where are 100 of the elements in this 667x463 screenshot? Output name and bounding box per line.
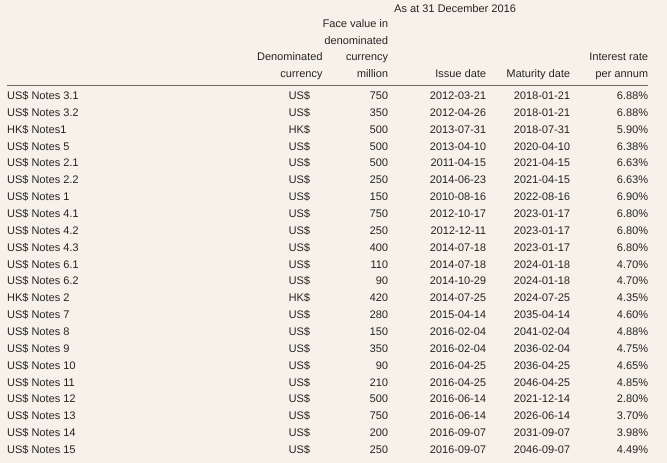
table-cell: 150 xyxy=(370,326,388,338)
table-cell: US$ Notes 6.1 xyxy=(7,258,79,271)
table-cell: 4.70% xyxy=(616,258,648,271)
table-cell: 2010-08-16 xyxy=(430,191,486,204)
table-cell: 5.90% xyxy=(616,124,648,136)
table-cell: 2014-07-18 xyxy=(430,242,486,254)
table-cell: US$ xyxy=(288,242,310,254)
table-cell: 2012-04-26 xyxy=(430,106,486,119)
table-cell: US$ xyxy=(288,224,310,237)
table-cell: 750 xyxy=(370,410,388,422)
table-cell: 2012-10-17 xyxy=(430,208,486,220)
table-cell: US$ Notes 10 xyxy=(7,360,76,372)
table-cell: 2016-06-14 xyxy=(430,393,486,406)
table-cell: 6.63% xyxy=(616,174,648,186)
table-cell: 2016-02-04 xyxy=(430,342,486,355)
table-cell: US$ xyxy=(288,326,310,338)
table-cell: HK$ xyxy=(288,124,310,136)
table-cell: HK$ xyxy=(288,292,310,304)
column-header: Interest rate per annum xyxy=(589,50,648,82)
table-cell: 90 xyxy=(376,275,388,288)
table-cell: US$ xyxy=(288,174,310,186)
table-cell: 2013-07-31 xyxy=(430,124,486,136)
table-cell: 2014-06-23 xyxy=(430,174,486,186)
table-cell: 200 xyxy=(370,427,388,440)
table-cell: 90 xyxy=(376,360,388,372)
table-cell: 6.80% xyxy=(616,208,648,220)
table-cell: US$ Notes 1 xyxy=(7,191,70,204)
table-cell: 2024-01-18 xyxy=(514,258,570,271)
table-cell: 2014-07-25 xyxy=(430,292,486,304)
table-cell: 4.70% xyxy=(616,275,648,288)
table-cell: US$ Notes 8 xyxy=(7,326,70,338)
table-cell: 6.80% xyxy=(616,224,648,237)
table-cell: US$ xyxy=(288,410,310,422)
table-cell: US$ Notes 14 xyxy=(7,427,76,440)
table-cell: 2026-06-14 xyxy=(514,410,570,422)
table-cell: 4.85% xyxy=(616,376,648,389)
table-cell: 210 xyxy=(370,376,388,389)
table-cell: 2021-04-15 xyxy=(514,174,570,186)
table-cell: 2023-01-17 xyxy=(514,208,570,220)
table-cell: 2021-04-15 xyxy=(514,157,570,170)
table-cell: 2018-01-21 xyxy=(514,106,570,119)
table-cell: 750 xyxy=(370,208,388,220)
table-cell: 2011-04-15 xyxy=(430,157,486,170)
table-cell: 4.49% xyxy=(616,444,648,456)
table-cell: 3.98% xyxy=(616,427,648,440)
table-cell: 4.88% xyxy=(616,326,648,338)
table-cell: 2012-03-21 xyxy=(430,90,486,102)
table-cell: 110 xyxy=(370,258,388,271)
table-cell: US$ xyxy=(288,140,310,153)
table-cell: US$ Notes 13 xyxy=(7,410,76,422)
table-cell: US$ xyxy=(288,376,310,389)
column-header: Denominated currency xyxy=(257,50,322,82)
table-cell: 400 xyxy=(370,242,388,254)
table-cell: HK$ Notes 2 xyxy=(7,292,70,304)
table-cell: US$ Notes 4.1 xyxy=(7,208,79,220)
table-cell: US$ Notes 4.3 xyxy=(7,242,79,254)
table-cell: 4.60% xyxy=(616,309,648,322)
table-cell: 6.88% xyxy=(616,90,648,102)
table-cell: 2016-06-14 xyxy=(430,410,486,422)
column-header: Maturity date xyxy=(506,67,570,82)
table-cell: 6.90% xyxy=(616,191,648,204)
table-cell: 2035-04-14 xyxy=(514,309,570,322)
table-cell: 4.75% xyxy=(616,342,648,355)
table-caption: As at 31 December 2016 xyxy=(393,2,517,16)
table-cell: 2023-01-17 xyxy=(514,242,570,254)
table-cell: 2024-07-25 xyxy=(514,292,570,304)
table-cell: 250 xyxy=(370,444,388,456)
table-cell: US$ xyxy=(288,427,310,440)
table-cell: 4.65% xyxy=(616,360,648,372)
table-cell: US$ Notes 9 xyxy=(7,342,70,355)
table-cell: US$ Notes 4.2 xyxy=(7,224,79,237)
table-cell: US$ Notes 7 xyxy=(7,309,70,322)
table-cell: US$ xyxy=(288,309,310,322)
table-cell: US$ xyxy=(288,258,310,271)
table-cell: 500 xyxy=(370,140,388,153)
table-cell: 2021-12-14 xyxy=(514,393,570,406)
table-cell: 6.38% xyxy=(616,140,648,153)
table-cell: US$ Notes 3.1 xyxy=(7,90,79,102)
table-cell: 2015-04-14 xyxy=(430,309,486,322)
table-cell: 2016-09-07 xyxy=(430,444,486,456)
table-cell: 2023-01-17 xyxy=(514,224,570,237)
table-cell: 2041-02-04 xyxy=(514,326,570,338)
table-cell: 2024-01-18 xyxy=(514,275,570,288)
table-cell: 250 xyxy=(370,174,388,186)
table-cell: 350 xyxy=(370,106,388,119)
table-cell: US$ Notes 3.2 xyxy=(7,106,79,119)
table-cell: 4.35% xyxy=(616,292,648,304)
table-cell: 500 xyxy=(370,393,388,406)
table-cell: 6.80% xyxy=(616,242,648,254)
table-cell: 2046-09-07 xyxy=(514,444,570,456)
table-cell: 2013-04-10 xyxy=(430,140,486,153)
table-cell: 2018-07-31 xyxy=(514,124,570,136)
table-cell: US$ xyxy=(288,360,310,372)
table-cell: 6.63% xyxy=(616,157,648,170)
table-cell: 2016-09-07 xyxy=(430,427,486,440)
table-cell: 250 xyxy=(370,224,388,237)
table-cell: 2036-02-04 xyxy=(514,342,570,355)
table-cell: US$ Notes 2.1 xyxy=(7,157,79,170)
table-cell: 420 xyxy=(370,292,388,304)
table-cell: 2022-08-16 xyxy=(514,191,570,204)
